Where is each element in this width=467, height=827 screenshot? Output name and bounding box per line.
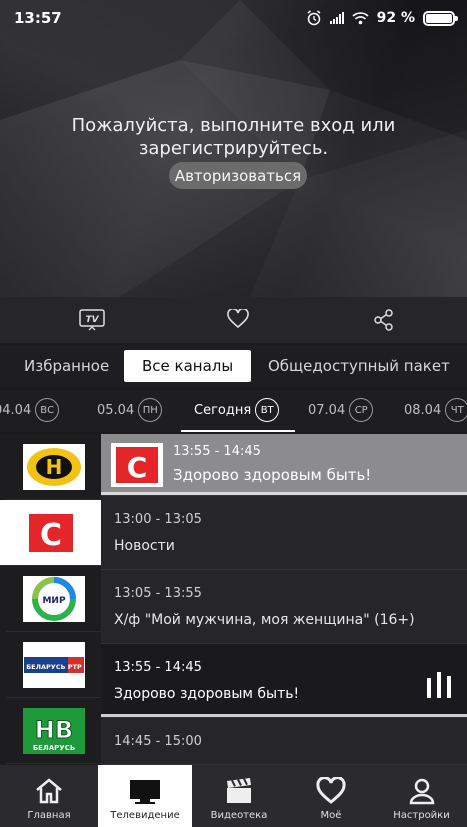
channel-logo-rtr-belarus: БЕЛАРУСЬ РТР [22,641,85,688]
channel-item-mir[interactable]: МИР [6,566,101,632]
channel-list: Н С МИР БЕЛАРУСЬ РТР НВ БЕЛАРУСЬ [0,434,101,765]
nav-home[interactable]: Главная [0,765,98,827]
login-message: Пожалуйста, выполните вход или зарегистр… [71,115,396,159]
program-channel-logo-stv: С [111,443,163,487]
home-icon [36,778,62,804]
wifi-icon [352,12,369,25]
channel-item-ont[interactable]: Н [6,434,101,500]
login-hero: 13:57 92 % Пожалуйста, выполните вход ил… [0,0,467,297]
svg-text:С: С [39,518,61,553]
date-item[interactable]: 05.04 ПН [97,398,163,422]
battery-icon [423,10,458,26]
tv-program-icon[interactable]: TV [79,309,105,331]
favorite-heart-icon[interactable] [227,309,249,329]
date-item-today[interactable]: Сегодня ВТ [194,398,280,422]
tab-all-channels[interactable]: Все каналы [124,350,252,382]
nav-tv[interactable]: Телевидение [98,765,192,827]
heart-icon [316,777,346,804]
clapperboard-icon [227,778,251,803]
program-row[interactable]: 13:00 - 13:05 Новости [101,496,467,570]
channel-logo-ntv-belarus: НВ БЕЛАРУСЬ [22,707,85,754]
svg-text:С: С [127,451,148,484]
channel-item-ntv-belarus[interactable]: НВ БЕЛАРУСЬ [6,698,101,764]
share-icon[interactable] [373,309,395,331]
program-row-highlighted[interactable]: С 13:55 - 14:45 Здорово здоровым быть! [101,434,467,496]
date-selector: 04.04ВС 05.04ПН СегодняВТ 07.04СР 08.04Ч… [0,390,467,432]
channel-logo-stv: С [19,509,82,556]
date-item[interactable]: 04.04ВС [0,398,60,422]
authorize-button[interactable]: Авторизоваться [169,162,307,189]
svg-text:TV: TV [85,315,99,325]
signal-icon [329,12,344,24]
svg-text:БЕЛАРУСЬ: БЕЛАРУСЬ [32,744,74,752]
status-time: 13:57 [14,9,62,27]
action-icon-row: TV [0,297,467,343]
channel-logo-ont: Н [22,443,85,490]
program-progress-bar [101,492,467,495]
bottom-navigation: Главная Телевидение Видеотека Моё Настро… [0,765,467,827]
selected-date-indicator [181,430,295,432]
program-progress-bar [101,714,467,717]
channel-filter-tabs: Избранное Все каналы Общедоступный пакет [0,345,467,387]
status-bar: 13:57 92 % [0,0,467,36]
nav-settings[interactable]: Настройки [376,765,467,827]
svg-text:Н: Н [45,455,62,479]
equalizer-playing-icon [427,672,451,698]
program-row-now-playing[interactable]: 13:55 - 14:45 Здорово здоровым быть! [101,644,467,718]
user-icon [409,778,434,805]
svg-text:БЕЛАРУСЬ РТР: БЕЛАРУСЬ РТР [26,663,82,671]
svg-text:МИР: МИР [42,596,65,606]
tab-favorites[interactable]: Избранное [24,345,109,387]
channel-item-rtr-belarus[interactable]: БЕЛАРУСЬ РТР [6,632,101,698]
nav-video-library[interactable]: Видеотека [192,765,286,827]
program-row[interactable]: 13:05 - 13:55 Х/ф "Мой мужчина, моя женщ… [101,570,467,644]
alarm-icon [307,10,321,26]
date-item[interactable]: 07.04 СР [308,398,374,422]
channel-logo-mir: МИР [22,575,85,622]
date-item[interactable]: 08.04 ЧТ [404,398,467,422]
tab-public-package[interactable]: Общедоступный пакет [268,345,450,387]
svg-text:НВ: НВ [34,716,72,744]
channel-item-stv[interactable]: С [0,500,101,566]
program-list: С 13:55 - 14:45 Здорово здоровым быть! 1… [101,434,467,765]
television-icon [130,780,160,804]
program-row[interactable]: 14:45 - 15:00 [101,718,467,765]
nav-my[interactable]: Моё [286,765,376,827]
battery-percent: 92 % [376,10,415,26]
